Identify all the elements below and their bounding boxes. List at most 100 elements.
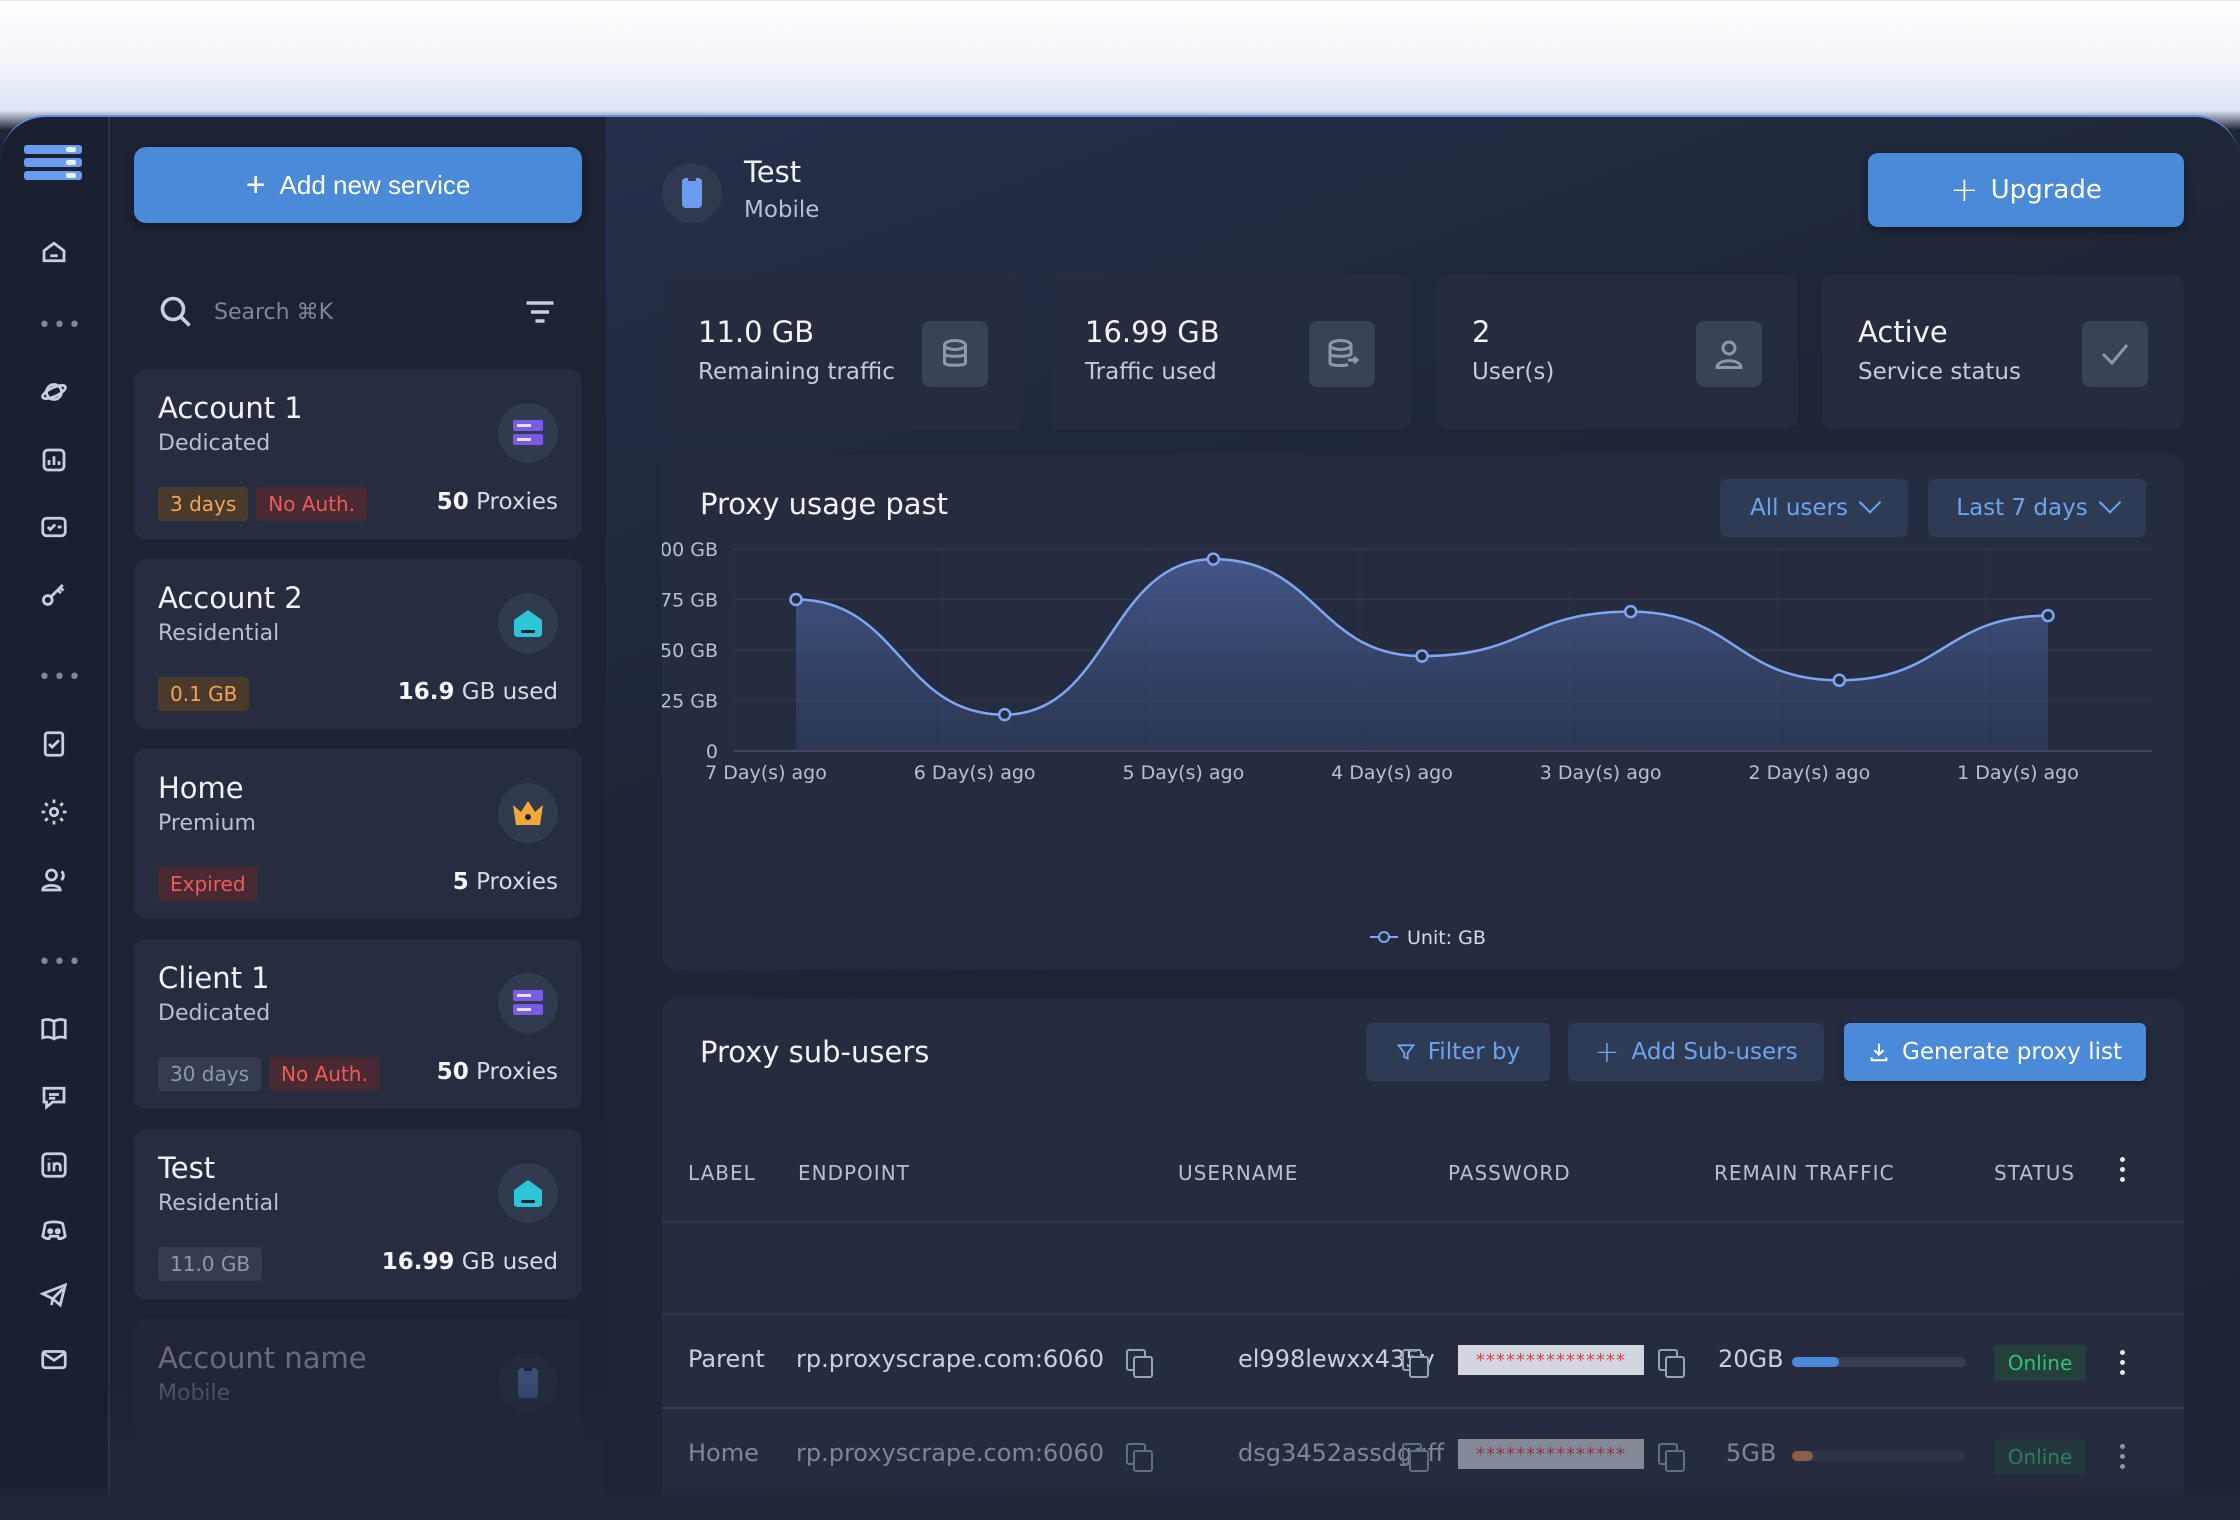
filter-lines-icon[interactable] bbox=[522, 294, 558, 330]
row-menu-icon[interactable] bbox=[2120, 1444, 2126, 1474]
book-icon[interactable] bbox=[34, 1009, 74, 1049]
stat-label: Traffic used bbox=[1085, 359, 1217, 385]
main-content: Test Mobile + Upgrade 11.0 GB Remaining … bbox=[606, 117, 2240, 1520]
stat-traffic-used: 16.99 GB Traffic used bbox=[1049, 275, 1411, 429]
stat-service-status: Active Service status bbox=[1822, 275, 2184, 429]
table-menu-icon[interactable] bbox=[2120, 1157, 2126, 1187]
add-new-service-button[interactable]: + Add new service bbox=[134, 147, 582, 223]
bottom-fade bbox=[0, 1487, 2240, 1520]
service-type: Dedicated bbox=[158, 1001, 271, 1026]
add-subusers-button[interactable]: + Add Sub-users bbox=[1568, 1023, 1824, 1081]
section-divider: ••• bbox=[38, 950, 83, 975]
generate-proxy-list-label: Generate proxy list bbox=[1902, 1039, 2122, 1065]
filter-by-label: Filter by bbox=[1427, 1039, 1521, 1065]
service-name: Account 1 bbox=[158, 391, 303, 425]
row-endpoint: rp.proxyscrape.com:6060 bbox=[796, 1345, 1104, 1373]
x-tick-label: 7 Day(s) ago bbox=[705, 762, 827, 784]
page-title: Test bbox=[744, 155, 802, 189]
mobile-icon bbox=[662, 163, 722, 223]
search-bar[interactable]: Search ⌘K bbox=[158, 287, 558, 337]
logo-icon[interactable] bbox=[24, 145, 82, 183]
service-card-home[interactable]: Home Premium Expired 5 Proxies bbox=[134, 749, 582, 919]
service-name: Account name bbox=[158, 1341, 367, 1375]
x-tick-label: 5 Day(s) ago bbox=[1122, 762, 1244, 784]
service-type: Residential bbox=[158, 1191, 280, 1216]
service-name: Test bbox=[158, 1151, 216, 1185]
gear-icon[interactable] bbox=[34, 792, 74, 832]
column-header-username: USERNAME bbox=[1178, 1161, 1299, 1185]
browser-check-icon[interactable] bbox=[34, 507, 74, 547]
service-usage: 16.99 GB used bbox=[381, 1249, 558, 1275]
row-menu-icon[interactable] bbox=[2120, 1350, 2126, 1380]
traffic-progress-bar bbox=[1792, 1451, 1966, 1461]
data-point bbox=[789, 592, 803, 607]
table-divider bbox=[662, 1407, 2184, 1409]
plus-icon: + bbox=[1594, 1034, 1620, 1070]
support-user-icon[interactable] bbox=[34, 860, 74, 900]
stat-value: 16.99 GB bbox=[1085, 315, 1220, 349]
service-name: Account 2 bbox=[158, 581, 303, 615]
service-usage: 16.9 GB used bbox=[397, 679, 558, 705]
x-tick-label: 1 Day(s) ago bbox=[1957, 762, 2079, 784]
row-label: Parent bbox=[688, 1345, 765, 1373]
y-tick-label: 100 GB bbox=[662, 539, 718, 561]
crown-icon bbox=[498, 783, 558, 843]
column-header-password: PASSWORD bbox=[1448, 1161, 1571, 1185]
stat-label: Remaining traffic bbox=[698, 359, 895, 385]
copy-password-icon[interactable] bbox=[1658, 1443, 1685, 1472]
section-divider: ••• bbox=[38, 665, 83, 690]
service-card-test[interactable]: Test Residential 11.0 GB 16.99 GB used bbox=[134, 1129, 582, 1299]
row-label: Home bbox=[688, 1439, 759, 1467]
traffic-progress-fill bbox=[1792, 1357, 1839, 1367]
service-type: Dedicated bbox=[158, 431, 271, 456]
stat-value: Active bbox=[1858, 315, 1948, 349]
service-card-account-2[interactable]: Account 2 Residential 0.1 GB 16.9 GB use… bbox=[134, 559, 582, 729]
service-card-account-1[interactable]: Account 1 Dedicated 3 days No Auth. 50 P… bbox=[134, 369, 582, 539]
plus-icon: + bbox=[1950, 170, 1979, 210]
table-divider bbox=[662, 1313, 2184, 1315]
x-tick-label: 2 Day(s) ago bbox=[1748, 762, 1870, 784]
upgrade-button[interactable]: + Upgrade bbox=[1868, 153, 2184, 227]
service-usage: 50 Proxies bbox=[436, 489, 558, 515]
stat-value: 11.0 GB bbox=[698, 315, 815, 349]
search-icon bbox=[160, 296, 191, 327]
copy-endpoint-icon[interactable] bbox=[1126, 1443, 1153, 1472]
service-name: Client 1 bbox=[158, 961, 270, 995]
copy-username-icon[interactable] bbox=[1402, 1443, 1429, 1472]
service-card-client-1[interactable]: Client 1 Dedicated 30 days No Auth. 50 P… bbox=[134, 939, 582, 1109]
dashboard-icon[interactable] bbox=[34, 232, 74, 272]
planet-icon[interactable] bbox=[34, 372, 74, 412]
data-point bbox=[1832, 673, 1847, 688]
analytics-icon[interactable] bbox=[34, 440, 74, 480]
chat-icon[interactable] bbox=[34, 1077, 74, 1117]
service-type: Residential bbox=[158, 621, 280, 646]
upgrade-label: Upgrade bbox=[1990, 175, 2102, 205]
telegram-icon[interactable] bbox=[34, 1275, 74, 1315]
home-icon bbox=[498, 1163, 558, 1223]
copy-password-icon[interactable] bbox=[1658, 1349, 1685, 1378]
row-endpoint: rp.proxyscrape.com:6060 bbox=[796, 1439, 1104, 1467]
stat-label: User(s) bbox=[1472, 359, 1555, 385]
add-subusers-label: Add Sub-users bbox=[1631, 1039, 1798, 1065]
legend-marker bbox=[1378, 931, 1390, 943]
download-icon bbox=[1870, 1043, 1888, 1062]
key-icon[interactable] bbox=[34, 575, 74, 615]
expired-badge: Expired bbox=[158, 867, 258, 901]
filter-by-button[interactable]: Filter by bbox=[1366, 1023, 1550, 1081]
search-input[interactable]: Search ⌘K bbox=[214, 300, 522, 325]
copy-username-icon[interactable] bbox=[1402, 1349, 1429, 1378]
section-divider: ••• bbox=[38, 313, 83, 338]
server-icon bbox=[498, 973, 558, 1033]
copy-endpoint-icon[interactable] bbox=[1126, 1349, 1153, 1378]
y-tick-label: 75 GB bbox=[662, 590, 718, 612]
stat-users: 2 User(s) bbox=[1436, 275, 1798, 429]
stat-value: 2 bbox=[1472, 315, 1491, 349]
generate-proxy-list-button[interactable]: Generate proxy list bbox=[1844, 1023, 2146, 1081]
linkedin-icon[interactable] bbox=[34, 1145, 74, 1185]
column-header-status: STATUS bbox=[1994, 1161, 2076, 1185]
mail-icon[interactable] bbox=[34, 1339, 74, 1379]
services-panel: + Add new service Search ⌘K Account 1 De… bbox=[110, 117, 608, 1520]
expiry-badge: 3 days bbox=[158, 487, 249, 521]
invoice-icon[interactable] bbox=[34, 724, 74, 764]
discord-icon[interactable] bbox=[34, 1210, 74, 1250]
